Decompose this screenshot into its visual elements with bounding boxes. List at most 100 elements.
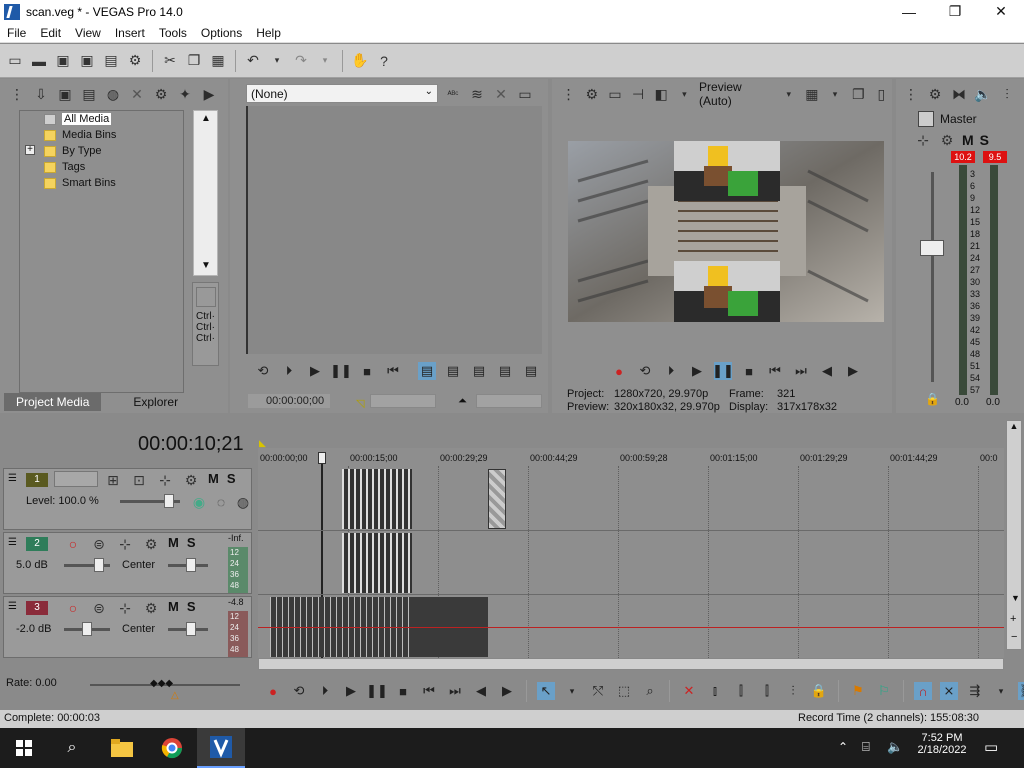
next-frame-icon[interactable]: ▶: [844, 362, 862, 380]
video-clip-short[interactable]: [488, 469, 506, 529]
auto-ripple-icon[interactable]: ⇶: [966, 682, 984, 700]
chevron-down-icon[interactable]: ▾: [563, 682, 581, 700]
play-from-start-icon[interactable]: ⏵: [662, 362, 680, 380]
save-snapshot-icon[interactable]: ▯: [873, 85, 890, 103]
track-header-3[interactable]: ☰ 3 ○ ⊜ ⊹ ⚙ M S -2.0 dB Center -4.8 12 24…: [3, 596, 252, 658]
master-properties-gear-icon[interactable]: ⚙: [926, 85, 944, 103]
tree-item-smart-bins[interactable]: Smart Bins: [44, 175, 116, 191]
delete-icon[interactable]: ✕: [680, 682, 698, 700]
trim-end-icon[interactable]: ⫿: [758, 682, 776, 700]
master-mute-button[interactable]: M: [962, 132, 974, 148]
in-marker-icon[interactable]: ◹: [356, 397, 364, 410]
spell-abc-icon[interactable]: ᴬᴮᶜ: [444, 85, 462, 103]
trim-icon[interactable]: ⫾: [706, 682, 724, 700]
trimmer-media-select[interactable]: (None) ⌄: [246, 84, 438, 103]
external-monitor-icon[interactable]: ▭: [606, 85, 623, 103]
menu-view[interactable]: View: [68, 26, 108, 40]
track-motion-icon[interactable]: ⊹: [156, 471, 174, 489]
invert-phase-icon[interactable]: ⊜: [90, 599, 108, 617]
split-screen-icon[interactable]: ⊣: [630, 85, 647, 103]
play-media-icon[interactable]: ▶: [200, 85, 218, 103]
record-icon[interactable]: ●: [264, 682, 282, 700]
capture-video-icon[interactable]: ▣: [56, 85, 74, 103]
previous-frame-icon[interactable]: ◀: [472, 682, 490, 700]
go-to-end-icon[interactable]: ⏭: [446, 682, 464, 700]
play-icon[interactable]: ▶: [306, 362, 324, 380]
stop-icon[interactable]: ■: [740, 362, 758, 380]
copy-icon[interactable]: ❐: [185, 52, 203, 70]
out-marker-icon[interactable]: ⏶: [458, 395, 467, 408]
rate-slider-knob[interactable]: ◆◆◆: [150, 678, 173, 689]
mask-icon[interactable]: ◌: [212, 493, 230, 511]
track-2-mute-button[interactable]: M: [168, 535, 179, 553]
add-before-icon[interactable]: ▤: [444, 362, 462, 380]
master-solo-button[interactable]: S: [980, 132, 989, 148]
minimize-button[interactable]: —: [886, 0, 932, 23]
media-fx-icon[interactable]: ⚙: [152, 85, 170, 103]
close-button[interactable]: ✕: [978, 0, 1024, 23]
next-frame-icon[interactable]: ▶: [498, 682, 516, 700]
track-fx-icon[interactable]: ⚙: [142, 599, 160, 617]
scroll-down-icon[interactable]: ▼: [1011, 593, 1020, 603]
track-3-mute-button[interactable]: M: [168, 599, 179, 617]
track-name-field[interactable]: [54, 471, 98, 487]
redo-dropdown-icon[interactable]: ▾: [316, 52, 334, 70]
timeline-ruler[interactable]: 00:00:00;00 00:00:15;00 00:00:29;29 00:00:4…: [258, 450, 1004, 466]
envelope-tool-icon[interactable]: ⤲: [589, 682, 607, 700]
go-to-start-icon[interactable]: ⏮: [766, 362, 784, 380]
add-after-icon[interactable]: ▤: [470, 362, 488, 380]
scroll-down-icon[interactable]: ▼: [201, 260, 211, 271]
get-media-web-icon[interactable]: ◍: [104, 85, 122, 103]
play-from-start-icon[interactable]: ⏵: [280, 362, 298, 380]
paste-icon[interactable]: ▦: [209, 52, 227, 70]
tree-item-all-media[interactable]: All Media: [44, 111, 112, 127]
previous-frame-icon[interactable]: ⏮: [384, 362, 402, 380]
maximize-button[interactable]: ❐: [932, 0, 978, 23]
record-icon[interactable]: ●: [610, 362, 628, 380]
smart-bin-icon[interactable]: [195, 287, 216, 307]
selection-length-field[interactable]: [370, 394, 436, 408]
mixer-icon[interactable]: ⫶: [998, 85, 1016, 103]
split-icon[interactable]: ⫶: [784, 682, 802, 700]
tab-project-media[interactable]: Project Media: [4, 393, 102, 411]
lock-icon[interactable]: 🔒: [925, 392, 940, 406]
arm-record-icon[interactable]: ○: [64, 535, 82, 553]
track-1-solo-button[interactable]: S: [227, 471, 236, 489]
chevron-down-icon[interactable]: ▾: [780, 85, 797, 103]
pause-icon[interactable]: ❚❚: [712, 362, 734, 380]
collapse-track-icon[interactable]: ☰: [8, 537, 17, 548]
track-3-volume-knob[interactable]: [82, 622, 92, 636]
import-media-icon[interactable]: ⇩: [32, 85, 50, 103]
track-1-mute-button[interactable]: M: [208, 471, 219, 489]
tab-explorer[interactable]: Explorer: [121, 393, 190, 411]
menu-edit[interactable]: Edit: [33, 26, 68, 40]
lock-envelopes-icon[interactable]: ⛓: [1018, 682, 1024, 700]
master-settings-icon[interactable]: ⚙: [938, 131, 956, 149]
master-fx-icon[interactable]: ⊹: [914, 131, 932, 149]
previous-frame-icon[interactable]: ◀: [818, 362, 836, 380]
taskbar-clock[interactable]: 7:52 PM 2/18/2022: [914, 732, 970, 756]
collapse-track-icon[interactable]: ☰: [8, 473, 17, 484]
show-hidden-icons-icon[interactable]: ⌃: [838, 740, 848, 754]
save-as-icon[interactable]: ▣: [78, 52, 96, 70]
peak-right-badge[interactable]: 9.5: [983, 151, 1007, 163]
scroll-up-icon[interactable]: ▲: [201, 113, 211, 124]
menu-file[interactable]: File: [0, 26, 33, 40]
insert-region-icon[interactable]: ⚐: [875, 682, 893, 700]
enable-snapping-hand-icon[interactable]: ✋: [351, 52, 369, 70]
track-motion-icon[interactable]: ⊹: [116, 535, 134, 553]
chevron-down-icon[interactable]: ▾: [826, 85, 843, 103]
loop-playback-icon[interactable]: ⟲: [290, 682, 308, 700]
track-3-solo-button[interactable]: S: [187, 599, 196, 617]
preview-properties-gear-icon[interactable]: ⚙: [583, 85, 600, 103]
track-header-2[interactable]: ☰ 2 ○ ⊜ ⊹ ⚙ M S 5.0 dB Center -Inf. 12 24…: [3, 532, 252, 594]
trim-start-icon[interactable]: ⫿: [732, 682, 750, 700]
get-photo-icon[interactable]: ▤: [80, 85, 98, 103]
tree-item-tags[interactable]: Tags: [44, 159, 85, 175]
redo-icon[interactable]: ↷: [292, 52, 310, 70]
make-compositing-child-icon[interactable]: ⊡: [130, 471, 148, 489]
play-icon[interactable]: ▶: [688, 362, 706, 380]
master-fader-knob[interactable]: [920, 240, 944, 256]
track-fx-icon[interactable]: ⚙: [142, 535, 160, 553]
undo-icon[interactable]: ↶: [244, 52, 262, 70]
